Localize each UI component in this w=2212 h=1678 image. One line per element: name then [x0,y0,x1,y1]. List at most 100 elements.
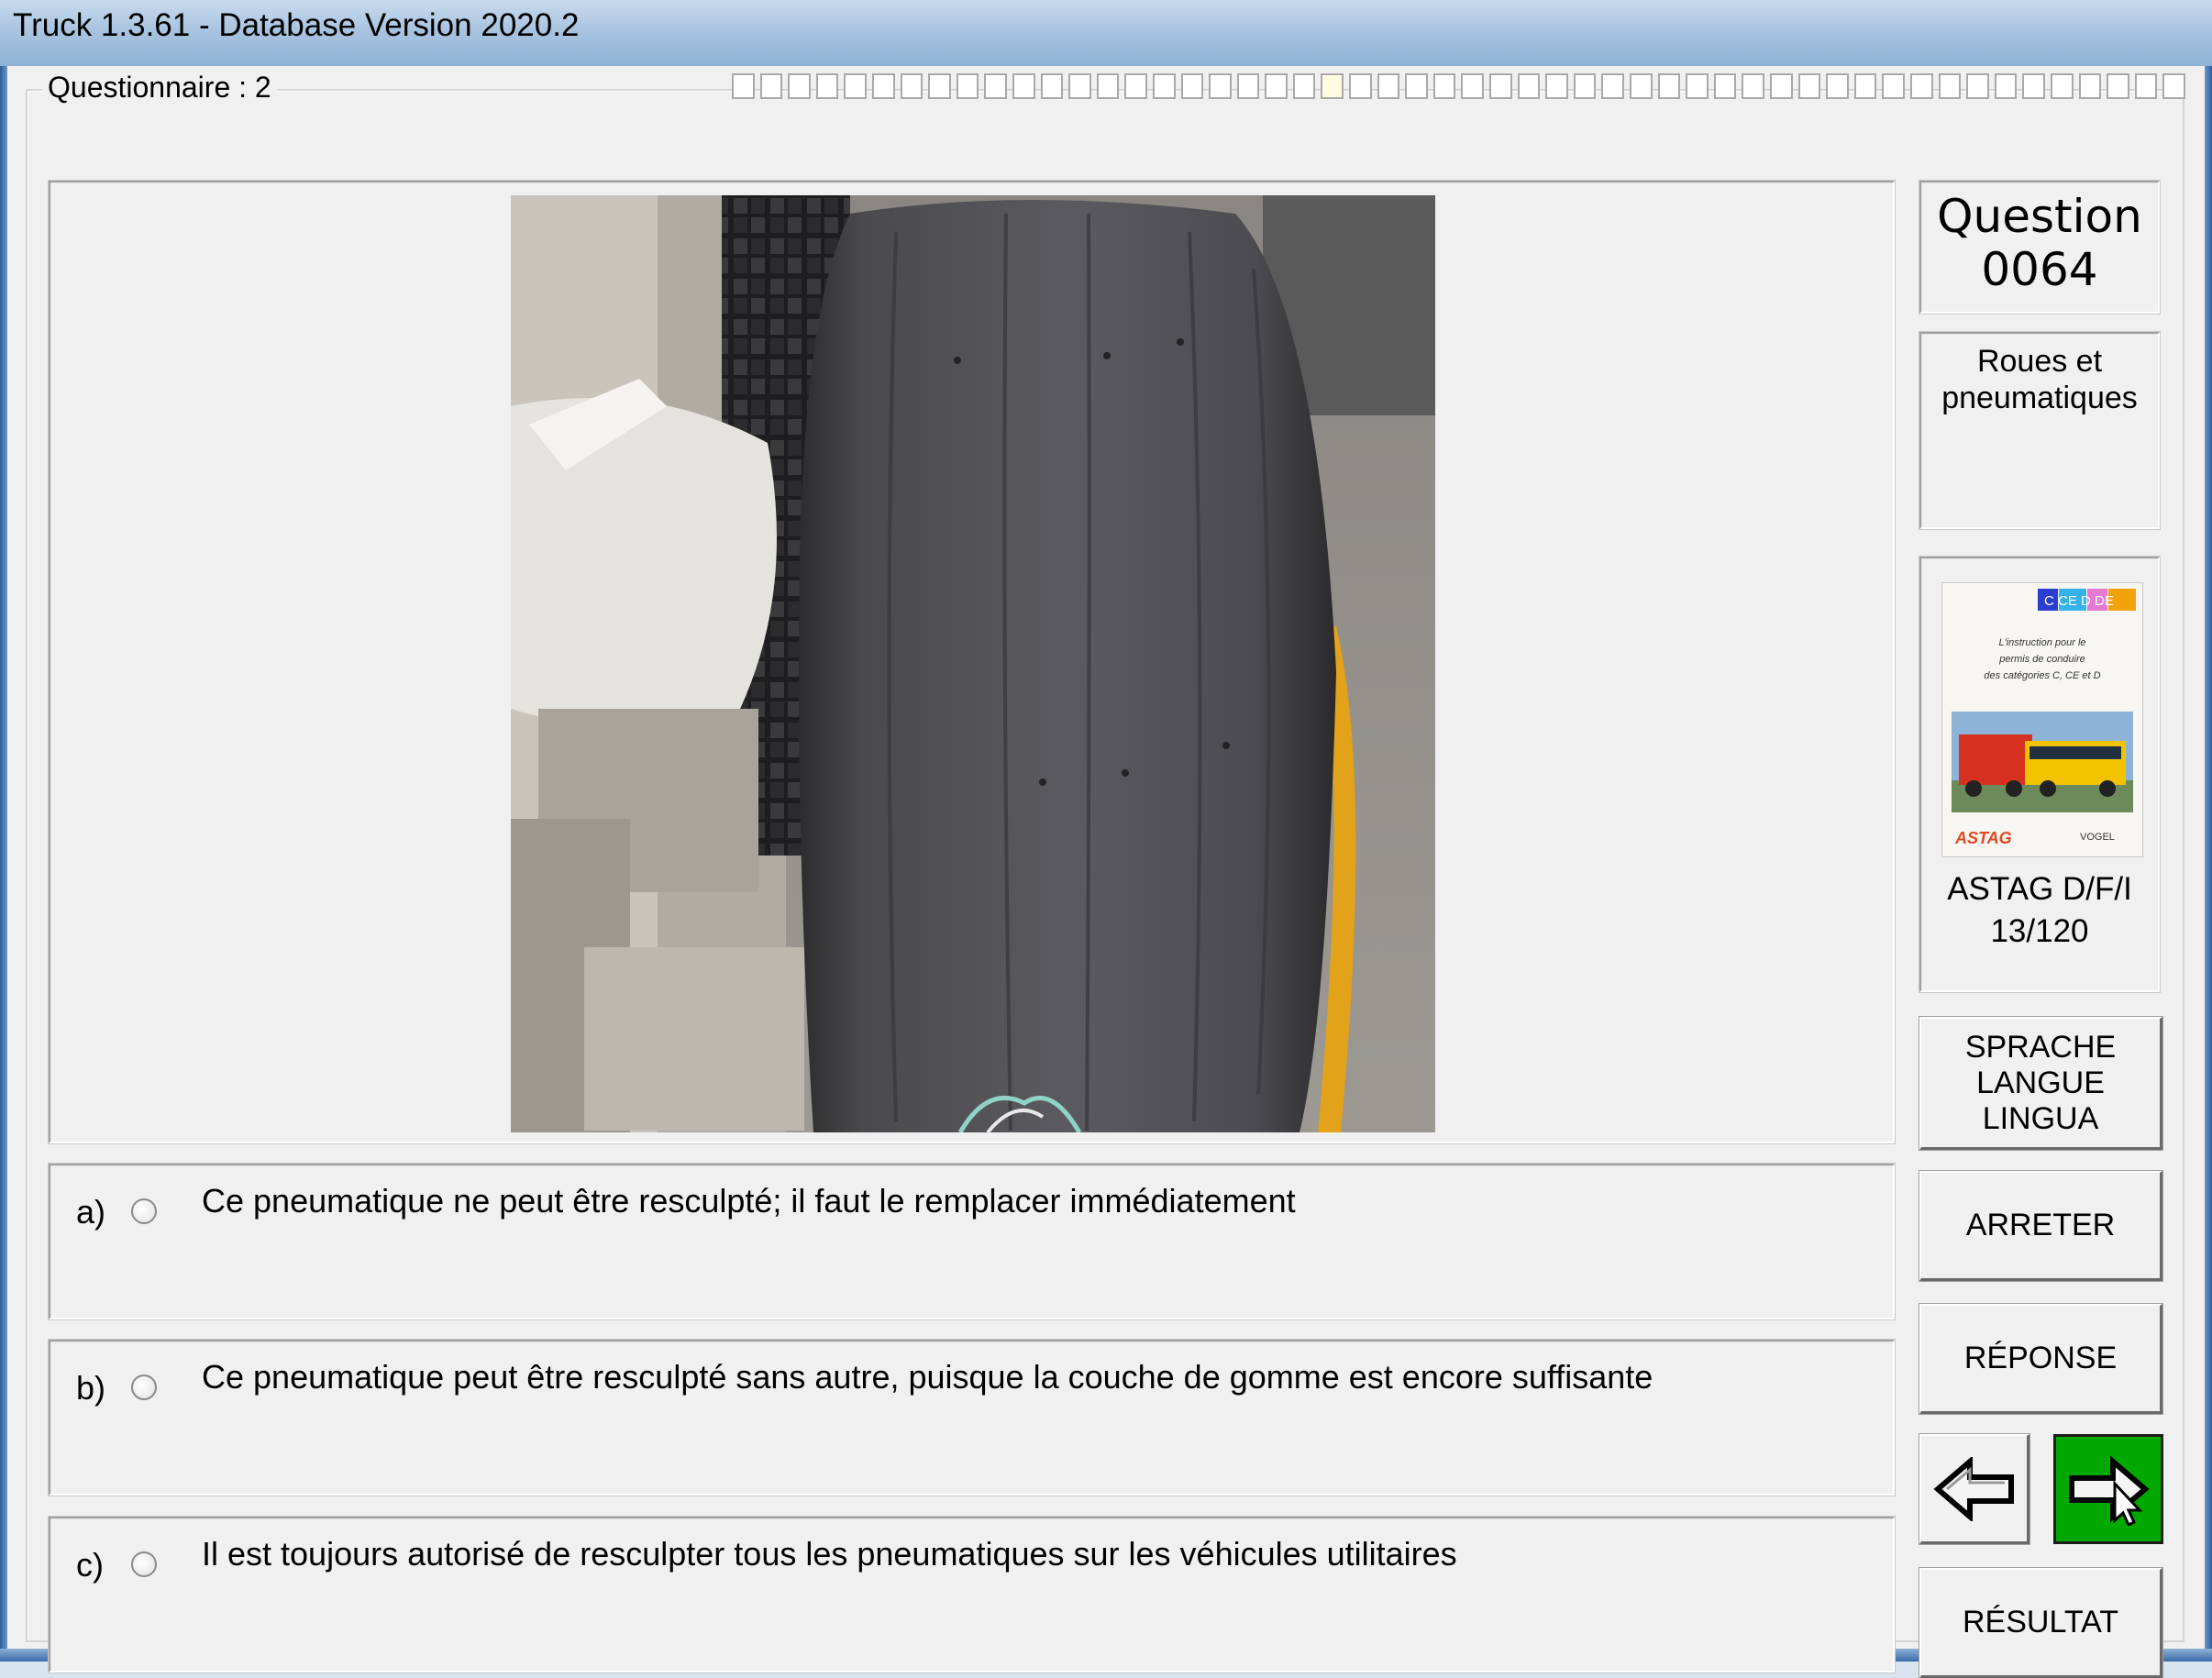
window-client-area: Questionnaire : 2 a) Ce pneumatique ne p… [7,66,2205,1678]
stop-button-label: ARRETER [1965,1208,2116,1242]
show-answer-button[interactable]: RÉPONSE [1919,1304,2162,1414]
progress-segment [1797,73,1821,99]
progress-segment [1068,73,1091,99]
category-box: Roues et pneumatiques [1919,332,2160,529]
book-cover-image: C CE D DE L'instruction pour le permis d… [1941,582,2143,857]
questionnaire-label: Questionnaire : 2 [42,71,277,105]
progress-segment [1630,73,1653,99]
progress-segment [1938,73,1962,99]
progress-segment [2078,73,2102,99]
progress-segment [928,73,951,99]
progress-segment [1909,73,1933,99]
title-bar: Truck 1.3.61 - Database Version 2020.2 [0,0,2212,66]
progress-segment [1517,73,1541,99]
answer-c-panel[interactable]: c) Il est toujours autorisé de resculpte… [49,1517,1895,1672]
right-arrow-cursor-icon [2069,1455,2150,1526]
book-badge: C CE D DE [2044,593,2114,609]
progress-segment [1882,73,1905,99]
book-cover-art: C CE D DE L'instruction pour le permis d… [1942,583,2142,856]
progress-segment [1686,73,1709,99]
progress-segment [1265,73,1288,99]
progress-segment [1461,73,1485,99]
progress-segment [1152,73,1176,99]
answer-c-radio[interactable] [131,1551,157,1577]
progress-segment [2107,73,2129,99]
window-border-left [0,66,7,1661]
answer-c-text: Il est toujours autorisé de resculpter t… [202,1535,1457,1573]
svg-text:permis de conduire: permis de conduire [1998,654,2085,665]
progress-segment [1769,73,1793,99]
book-publisher-left: ASTAG [1954,829,2012,847]
question-number: 0064 [1981,243,2098,296]
book-caption: ASTAG D/F/I 13/120 [1921,868,2158,953]
progress-segment [1377,73,1400,99]
previous-question-button[interactable] [1919,1434,2030,1544]
language-label-fr: LANGUE [1976,1065,2105,1100]
progress-segment [1405,73,1428,99]
progress-segment [1124,73,1147,99]
svg-text:des catégories C, CE et D: des catégories C, CE et D [1984,670,2100,681]
book-publisher-right: VOGEL [2080,832,2115,843]
answer-b-panel[interactable]: b) Ce pneumatique peut être resculpté sa… [49,1340,1895,1496]
progress-segment [871,73,895,99]
progress-segment [1489,73,1512,99]
window-title: Truck 1.3.61 - Database Version 2020.2 [13,7,580,43]
progress-segment [984,73,1007,99]
worn-tire-photo [511,195,1435,1132]
progress-segment [1742,73,1764,99]
svg-text:L'instruction pour le: L'instruction pour le [1998,637,2085,648]
progress-segment [2022,73,2045,99]
progress-segment [1012,73,1035,99]
progress-segment [1826,73,1849,99]
progress-segment [1292,73,1316,99]
answer-a-letter: a) [76,1193,106,1231]
result-button[interactable]: RÉSULTAT [1919,1568,2162,1678]
question-number-box: Question 0064 [1919,181,2160,314]
progress-segment [956,73,979,99]
progress-segment [1236,73,1260,99]
progress-segment [1545,73,1568,99]
window-border-right [2205,66,2212,1661]
answer-c-letter: c) [76,1546,104,1584]
progress-segment [1180,73,1204,99]
answer-a-panel[interactable]: a) Ce pneumatique ne peut être resculpté… [49,1164,1895,1319]
progress-segment [1432,73,1456,99]
language-label-it: LINGUA [1982,1100,2099,1136]
progress-segment [1040,73,1064,99]
show-answer-label: RÉPONSE [1963,1341,2118,1375]
progress-segment [815,73,839,99]
progress-segment [1321,73,1344,99]
result-button-label: RÉSULTAT [1962,1605,2119,1639]
progress-segment [1349,73,1372,99]
answer-a-text: Ce pneumatique ne peut être resculpté; i… [202,1182,1296,1220]
question-label: Question [1937,190,2142,243]
progress-segment [1994,73,2018,99]
answer-b-radio[interactable] [131,1374,157,1400]
progress-segment [1713,73,1737,99]
progress-segment [1209,73,1232,99]
progress-segment [1096,73,1120,99]
progress-segment [1657,73,1681,99]
question-photo [511,195,1435,1132]
book-caption-page: 13/120 [1990,913,2089,949]
progress-segment [2134,73,2158,99]
book-caption-title: ASTAG D/F/I [1947,871,2132,907]
progress-segment [1601,73,1624,99]
answer-b-text: Ce pneumatique peut être resculpté sans … [202,1358,1653,1396]
question-category: Roues et pneumatiques [1941,344,2138,415]
progress-segment [732,73,755,99]
progress-segment [900,73,924,99]
progress-segment [2050,73,2074,99]
progress-segment [759,73,783,99]
answer-a-radio[interactable] [131,1198,157,1224]
language-button[interactable]: SPRACHE LANGUE LINGUA [1919,1017,2162,1150]
progress-segment [1966,73,1989,99]
reference-book-box: C CE D DE L'instruction pour le permis d… [1919,557,2160,992]
language-label-de: SPRACHE [1964,1029,2117,1065]
progress-segment [2162,73,2185,99]
stop-button[interactable]: ARRETER [1919,1171,2162,1281]
next-question-button[interactable] [2053,1434,2163,1544]
left-arrow-icon [1932,1456,2014,1521]
progress-segment [1853,73,1877,99]
question-progress-bar [732,73,2185,101]
